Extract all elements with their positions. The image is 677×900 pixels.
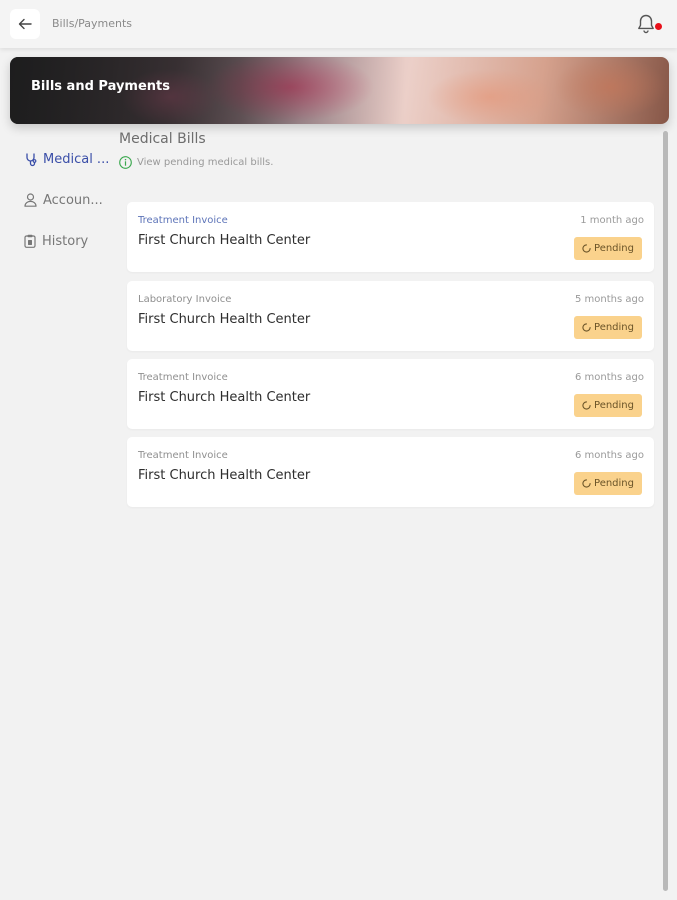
status-badge: Pending [574,316,642,339]
status-badge: Pending [574,394,642,417]
sidebar-item-label: Accoun... [43,192,103,208]
scrollbar[interactable] [663,131,668,891]
user-icon [24,193,37,207]
status-label: Pending [594,322,634,333]
bill-time: 1 month ago [580,215,644,226]
stethoscope-icon [26,153,37,166]
sidebar-item-label: History [42,233,89,249]
provider-name: First Church Health Center [138,390,311,405]
provider-name: First Church Health Center [138,312,311,327]
status-badge: Pending [574,472,642,495]
page-banner: Bills and Payments [10,57,669,124]
notification-dot [655,23,662,30]
bill-time: 6 months ago [575,450,644,461]
info-icon [119,156,132,169]
section-subtitle-text: View pending medical bills. [137,157,274,168]
bill-card[interactable]: Treatment Invoice First Church Health Ce… [127,202,654,272]
clipboard-icon [24,234,36,248]
back-button[interactable] [10,9,40,39]
status-badge: Pending [574,237,642,260]
invoice-type: Laboratory Invoice [138,294,232,305]
status-label: Pending [594,243,634,254]
sidebar-item-medical[interactable]: Medical ... [24,148,109,170]
section-subtitle: View pending medical bills. [119,156,273,169]
provider-name: First Church Health Center [138,233,311,248]
bill-time: 5 months ago [575,294,644,305]
sidebar-item-accounts[interactable]: Accoun... [24,189,103,211]
breadcrumb: Bills/Payments [52,17,133,30]
spinner-icon [582,323,591,332]
invoice-type: Treatment Invoice [138,450,228,461]
arrow-left-icon [18,18,32,30]
bill-time: 6 months ago [575,372,644,383]
status-label: Pending [594,400,634,411]
spinner-icon [582,479,591,488]
section-title: Medical Bills [119,131,206,147]
spinner-icon [582,401,591,410]
bill-card[interactable]: Laboratory Invoice First Church Health C… [127,281,654,351]
banner-title: Bills and Payments [31,79,170,94]
provider-name: First Church Health Center [138,468,311,483]
bill-card[interactable]: Treatment Invoice First Church Health Ce… [127,359,654,429]
invoice-type: Treatment Invoice [138,215,228,226]
sidebar-item-history[interactable]: History [24,230,88,252]
top-bar: Bills/Payments [0,0,677,48]
sidebar-item-label: Medical ... [43,151,110,167]
invoice-type: Treatment Invoice [138,372,228,383]
spinner-icon [582,244,591,253]
status-label: Pending [594,478,634,489]
bill-card[interactable]: Treatment Invoice First Church Health Ce… [127,437,654,507]
